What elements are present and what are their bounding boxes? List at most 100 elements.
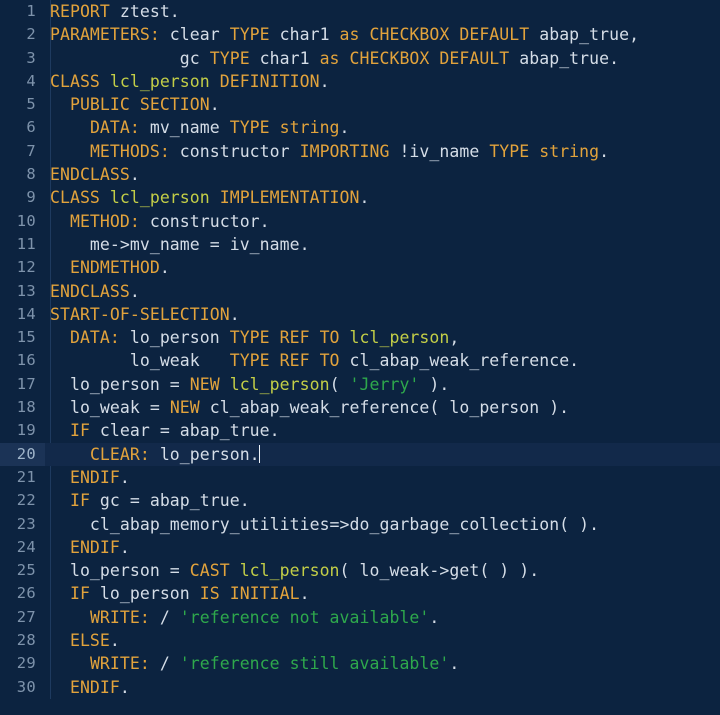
code-text[interactable]: CLEAR: lo_person. [45,443,720,466]
line-number[interactable]: 17 [0,373,45,396]
code-text[interactable]: IF clear = abap_true. [45,419,720,442]
code-text[interactable]: ENDIF. [45,536,720,559]
code-line[interactable]: 9 CLASS lcl_person IMPLEMENTATION. [0,186,720,209]
line-number[interactable]: 28 [0,629,45,652]
line-number[interactable]: 27 [0,606,45,629]
line-number[interactable]: 30 [0,676,45,699]
line-number[interactable]: 5 [0,93,45,116]
code-text[interactable]: PARAMETERS: clear TYPE char1 as CHECKBOX… [45,23,720,46]
code-line[interactable]: 27 WRITE: / 'reference not available'. [0,606,720,629]
line-number[interactable]: 8 [0,163,45,186]
code-line[interactable]: 30 ENDIF. [0,676,720,699]
code-text[interactable]: START-OF-SELECTION. [45,303,720,326]
line-number[interactable]: 1 [0,0,45,23]
code-text[interactable]: ELSE. [45,629,720,652]
code-text[interactable]: DATA: mv_name TYPE string. [45,116,720,139]
code-text[interactable]: METHODS: constructor IMPORTING !iv_name … [45,140,720,163]
code-line[interactable]: 13 ENDCLASS. [0,280,720,303]
code-text[interactable]: WRITE: / 'reference not available'. [45,606,720,629]
code-text[interactable]: lo_person = CAST lcl_person( lo_weak->ge… [45,559,720,582]
code-line[interactable]: 29 WRITE: / 'reference still available'. [0,652,720,675]
line-number[interactable]: 25 [0,559,45,582]
code-line[interactable]: 14 START-OF-SELECTION. [0,303,720,326]
code-line[interactable]: 12 ENDMETHOD. [0,256,720,279]
code-line[interactable]: 23 cl_abap_memory_utilities=>do_garbage_… [0,513,720,536]
code-text[interactable]: lo_weak TYPE REF TO cl_abap_weak_referen… [45,349,720,372]
code-text[interactable]: CLASS lcl_person IMPLEMENTATION. [45,186,720,209]
line-number[interactable]: 23 [0,513,45,536]
code-line[interactable]: 3 gc TYPE char1 as CHECKBOX DEFAULT abap… [0,47,720,70]
code-line[interactable]: 7 METHODS: constructor IMPORTING !iv_nam… [0,140,720,163]
line-number[interactable]: 4 [0,70,45,93]
code-line[interactable]: 1 REPORT ztest. [0,0,720,23]
code-line[interactable]: 28 ELSE. [0,629,720,652]
code-text[interactable]: cl_abap_memory_utilities=>do_garbage_col… [45,513,720,536]
line-number[interactable]: 19 [0,419,45,442]
code-text[interactable]: CLASS lcl_person DEFINITION. [45,70,720,93]
code-text[interactable]: IF gc = abap_true. [45,489,720,512]
code-text[interactable]: ENDIF. [45,676,720,699]
token-id [50,491,70,510]
line-number[interactable]: 18 [0,396,45,419]
line-number[interactable]: 3 [0,47,45,70]
code-text[interactable]: ENDCLASS. [45,163,720,186]
code-line[interactable]: 11 me->mv_name = iv_name. [0,233,720,256]
token-id [50,212,70,231]
code-text[interactable]: me->mv_name = iv_name. [45,233,720,256]
line-number[interactable]: 26 [0,582,45,605]
code-text[interactable]: lo_person = NEW lcl_person( 'Jerry' ). [45,373,720,396]
code-text[interactable]: ENDIF. [45,466,720,489]
code-editor[interactable]: 1 REPORT ztest. 2 PARAMETERS: clear TYPE ch… [0,0,720,715]
code-line[interactable]: 17 lo_person = NEW lcl_person( 'Jerry' )… [0,373,720,396]
line-number[interactable]: 12 [0,256,45,279]
line-number[interactable]: 6 [0,116,45,139]
line-number[interactable]: 29 [0,652,45,675]
code-text[interactable]: WRITE: / 'reference still available'. [45,652,720,675]
code-text[interactable]: ENDCLASS. [45,280,720,303]
code-text[interactable]: ENDMETHOD. [45,256,720,279]
code-lines[interactable]: 1 REPORT ztest. 2 PARAMETERS: clear TYPE ch… [0,0,720,699]
code-text[interactable]: gc TYPE char1 as CHECKBOX DEFAULT abap_t… [45,47,720,70]
line-number[interactable]: 20 [0,442,45,466]
code-line[interactable]: 8 ENDCLASS. [0,163,720,186]
line-number[interactable]: 15 [0,326,45,349]
code-text[interactable]: DATA: lo_person TYPE REF TO lcl_person, [45,326,720,349]
code-line[interactable]: 15 DATA: lo_person TYPE REF TO lcl_perso… [0,326,720,349]
code-line[interactable]: 24 ENDIF. [0,536,720,559]
line-number[interactable]: 16 [0,349,45,372]
token-id: me->mv_name = iv_name. [50,234,310,254]
code-line[interactable]: 20 CLEAR: lo_person. [0,442,720,466]
line-number[interactable]: 2 [0,23,45,46]
line-number[interactable]: 11 [0,233,45,256]
code-line[interactable]: 5 PUBLIC SECTION. [0,93,720,116]
code-line[interactable]: 18 lo_weak = NEW cl_abap_weak_reference(… [0,396,720,419]
code-text[interactable]: REPORT ztest. [45,0,720,23]
code-line[interactable]: 25 lo_person = CAST lcl_person( lo_weak-… [0,559,720,582]
code-line[interactable]: 16 lo_weak TYPE REF TO cl_abap_weak_refe… [0,349,720,372]
line-number[interactable]: 24 [0,536,45,559]
line-number[interactable]: 22 [0,489,45,512]
token-kw: IF [69,491,90,511]
code-text[interactable]: IF lo_person IS INITIAL. [45,582,720,605]
line-number[interactable]: 21 [0,466,45,489]
code-line[interactable]: 19 IF clear = abap_true. [0,419,720,442]
line-number[interactable]: 7 [0,140,45,163]
code-line[interactable]: 26 IF lo_person IS INITIAL. [0,582,720,605]
code-line[interactable]: 2 PARAMETERS: clear TYPE char1 as CHECKBO… [0,23,720,46]
code-text[interactable]: lo_weak = NEW cl_abap_weak_reference( lo… [45,396,720,419]
code-text[interactable]: PUBLIC SECTION. [45,93,720,116]
code-text[interactable]: METHOD: constructor. [45,210,720,233]
line-number[interactable]: 10 [0,210,45,233]
code-line[interactable]: 6 DATA: mv_name TYPE string. [0,116,720,139]
token-kw: ENDCLASS [50,281,130,301]
code-line[interactable]: 4 CLASS lcl_person DEFINITION. [0,70,720,93]
line-number[interactable]: 14 [0,303,45,326]
code-line[interactable]: 21 ENDIF. [0,466,720,489]
line-number[interactable]: 13 [0,280,45,303]
token-id: . [209,95,220,115]
code-line[interactable]: 22 IF gc = abap_true. [0,489,720,512]
token-kw: METHOD: [69,211,140,231]
code-line[interactable]: 10 METHOD: constructor. [0,210,720,233]
line-number[interactable]: 9 [0,186,45,209]
token-id: . [299,584,310,604]
